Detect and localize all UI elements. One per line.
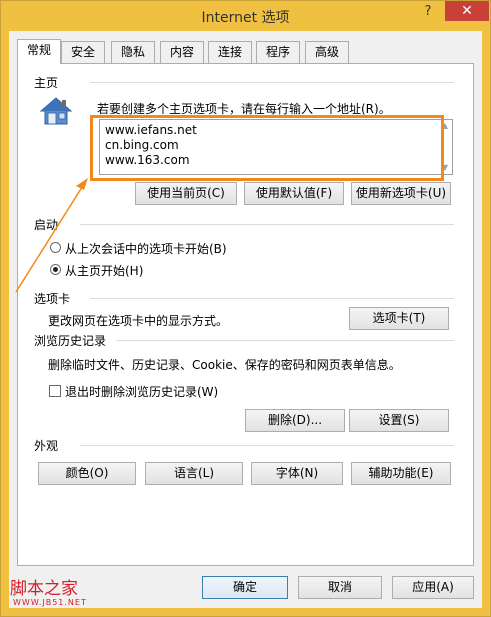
use-default-button[interactable]: 使用默认值(F) [244, 182, 344, 205]
home-instruction: 若要创建多个主页选项卡，请在每行输入一个地址(R)。 [97, 102, 391, 116]
cancel-button[interactable]: 取消 [298, 576, 382, 599]
colors-button[interactable]: 颜色(O) [38, 462, 136, 485]
fonts-button[interactable]: 字体(N) [251, 462, 343, 485]
use-current-button[interactable]: 使用当前页(C) [135, 182, 237, 205]
history-group-label: 浏览历史记录 [34, 334, 107, 348]
history-separator [116, 340, 454, 341]
help-button[interactable]: ? [415, 3, 441, 21]
general-tab-panel: 主页 若要创建多个主页选项卡，请在每行输入一个地址(R)。 www.iefans… [17, 63, 474, 566]
tab-programs[interactable]: 程序 [256, 41, 300, 63]
home-url-line: cn.bing.com [105, 138, 179, 152]
history-settings-button[interactable]: 设置(S) [349, 409, 449, 432]
watermark-name: 脚本之家 [10, 579, 78, 599]
close-button[interactable]: ✕ [445, 1, 489, 21]
tab-security[interactable]: 安全 [61, 41, 105, 63]
ok-button[interactable]: 确定 [202, 576, 288, 599]
tab-advanced[interactable]: 高级 [305, 41, 349, 63]
tab-privacy[interactable]: 隐私 [111, 41, 155, 63]
scroll-up-icon[interactable]: ▲ [439, 121, 451, 131]
delete-history-button[interactable]: 删除(D)... [245, 409, 345, 432]
textarea-scrollbar[interactable]: ▲ ▼ [439, 121, 451, 173]
appearance-separator [80, 445, 454, 446]
home-group-label: 主页 [34, 76, 59, 90]
appearance-group-label: 外观 [34, 439, 59, 453]
home-url-line: www.iefans.net [105, 123, 197, 137]
languages-button[interactable]: 语言(L) [145, 462, 243, 485]
title-bar: Internet 选项 ? ✕ [1, 1, 490, 31]
scroll-down-icon[interactable]: ▼ [439, 163, 451, 173]
home-url-line: www.163.com [105, 153, 190, 167]
tabs-separator [90, 298, 454, 299]
tabs-settings-button[interactable]: 选项卡(T) [349, 307, 449, 330]
accessibility-button[interactable]: 辅助功能(E) [351, 462, 451, 485]
delete-history-on-exit-checkbox[interactable] [49, 385, 61, 397]
annotation-arrow [15, 178, 88, 293]
dialog-client: 常规 安全 隐私 内容 连接 程序 高级 主页 若要创建多个主页选项卡，请在每行… [9, 31, 482, 608]
dialog-window: Internet 选项 ? ✕ 常规 安全 隐私 内容 连接 程序 高级 主页 … [0, 0, 491, 617]
watermark-url: WWW.JB51.NET [13, 598, 87, 607]
startup-separator [80, 224, 454, 225]
tab-general[interactable]: 常规 [17, 39, 61, 64]
home-urls-textarea[interactable]: www.iefans.net cn.bing.com www.163.com ▲… [99, 119, 453, 175]
use-new-tab-button[interactable]: 使用新选项卡(U) [351, 182, 451, 205]
house-icon [39, 97, 73, 125]
apply-button[interactable]: 应用(A) [392, 576, 474, 599]
tab-connections[interactable]: 连接 [208, 41, 252, 63]
delete-history-on-exit-label: 退出时删除浏览历史记录(W) [65, 385, 219, 399]
tabs-description: 更改网页在选项卡中的显示方式。 [48, 314, 229, 328]
history-description: 删除临时文件、历史记录、Cookie、保存的密码和网页表单信息。 [48, 358, 401, 372]
home-separator [90, 82, 454, 83]
tab-content[interactable]: 内容 [160, 41, 204, 63]
